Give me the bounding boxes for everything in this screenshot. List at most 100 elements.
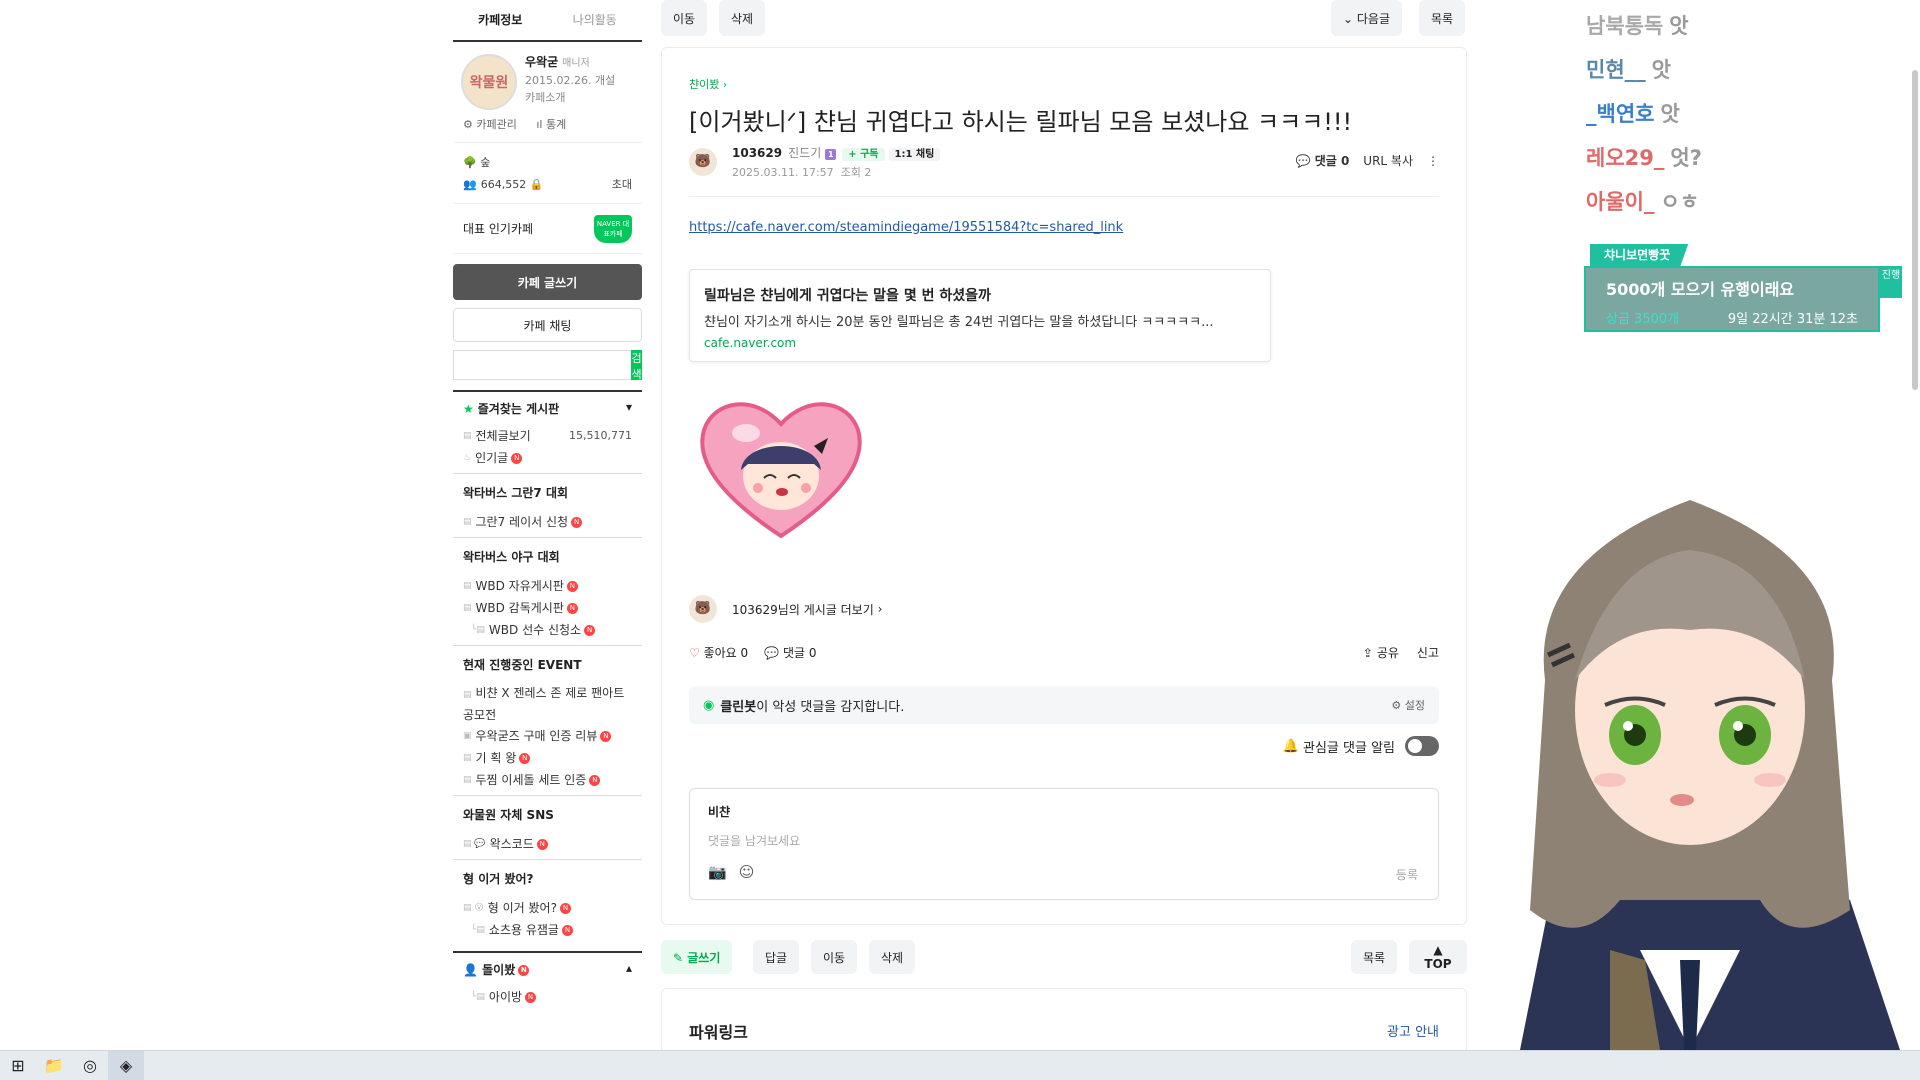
move-button[interactable]: 이동 bbox=[661, 0, 708, 36]
sidebar-tabs: 카페정보 나의활동 bbox=[453, 0, 642, 42]
windows-start-icon[interactable]: ⊞ bbox=[0, 1051, 36, 1080]
share-button[interactable]: ⇪ 공유 bbox=[1363, 644, 1399, 661]
doc-icon: ▤ bbox=[463, 753, 472, 763]
next-post-button[interactable]: ⌄ 다음글 bbox=[1331, 0, 1403, 36]
menu-all-posts[interactable]: ▤ 전체글보기 15,510,771 bbox=[453, 425, 642, 447]
event-prize: 상금 3500개 bbox=[1606, 312, 1680, 327]
menu-item[interactable]: ▤ 기 획 왕N bbox=[453, 747, 642, 769]
menu-item[interactable]: ▤ WBD 감독게시판 N bbox=[453, 597, 642, 619]
chevron-right-icon: › bbox=[877, 602, 883, 616]
chat-message: 남북통독 앗 bbox=[1586, 10, 1702, 40]
like-button[interactable]: ♡ 좋아요 0 bbox=[689, 644, 748, 661]
tab-cafe-info[interactable]: 카페정보 bbox=[453, 0, 548, 40]
board-link[interactable]: 챤이봤 › bbox=[689, 76, 727, 92]
top-button[interactable]: ▲ TOP bbox=[1409, 940, 1467, 974]
comment-icon: 💬 bbox=[764, 646, 780, 660]
author-row: 🐻 103629 진드기 1 + 구독 1:1 채팅 2025.03.11. 17:57… bbox=[689, 144, 1439, 184]
section-title: 형 이거 봤어? bbox=[453, 859, 642, 897]
cafe-write-button[interactable]: 카페 글쓰기 bbox=[453, 264, 642, 300]
cafe-search-button[interactable]: 검색 bbox=[631, 350, 642, 381]
menu-item[interactable]: └▤ 아이방 N bbox=[453, 986, 642, 1008]
delete-button[interactable]: 삭제 bbox=[719, 0, 766, 36]
reply-button[interactable]: 답글 bbox=[753, 940, 800, 974]
author-more-posts[interactable]: 🐻 103629님의 게시글 더보기 › bbox=[689, 595, 882, 623]
invite-link[interactable]: 초대 bbox=[612, 176, 632, 192]
author-avatar[interactable]: 🐻 bbox=[689, 148, 717, 176]
follow-button[interactable]: + 구독 bbox=[842, 148, 885, 161]
view-count: 조회 2 bbox=[840, 166, 872, 179]
camera-icon[interactable]: 📷 bbox=[708, 863, 727, 881]
doc-icon: └▤ bbox=[471, 625, 485, 635]
cafe-admin-link[interactable]: ⚙ 카페관리 bbox=[463, 118, 525, 131]
article-title: [이거봤니ᐟ] 챤님 귀엽다고 하시는 릴파님 모음 보셨나요 ㅋㅋㅋ!!! bbox=[689, 108, 1353, 136]
ad-info-link[interactable]: 광고 안내 bbox=[1387, 1021, 1439, 1040]
doc-icon: ▤ bbox=[463, 775, 472, 785]
report-button[interactable]: 신고 bbox=[1417, 644, 1439, 661]
steam-icon[interactable]: ◎ bbox=[72, 1051, 108, 1080]
menu-item[interactable]: └▤ WBD 선수 신청소 N bbox=[453, 619, 642, 641]
cafe-logo[interactable]: 왁물원 bbox=[461, 54, 517, 110]
cafe-search-input[interactable] bbox=[453, 350, 631, 380]
menu-item[interactable]: ▤ WBD 자유게시판 N bbox=[453, 575, 642, 597]
stream-event-widget: 챠니보면빵꿋 5000개 모으기 유행이래요 상금 3500개 9일 22시간 3… bbox=[1584, 244, 1902, 332]
comment-input[interactable]: 댓글을 남겨보세요 bbox=[708, 832, 1420, 849]
article-topbar: 이동 삭제 ⌄ 다음글 목록 bbox=[661, 0, 1467, 36]
menu-item[interactable]: ▤ 😮 형 이거 봤어? N bbox=[453, 897, 642, 919]
menu-item[interactable]: ▣ 우왁굳즈 구매 인증 리뷰 N bbox=[453, 725, 642, 747]
delete-button[interactable]: 삭제 bbox=[869, 940, 916, 974]
heart-icon: ♡ bbox=[689, 646, 700, 660]
doc-icon: └▤ bbox=[471, 925, 485, 935]
event-status: 진행 bbox=[1880, 266, 1902, 298]
file-explorer-icon[interactable]: 📁 bbox=[36, 1051, 72, 1080]
move-button[interactable]: 이동 bbox=[811, 940, 858, 974]
comment-button[interactable]: 💬 댓글 0 bbox=[764, 644, 816, 661]
comment-count-link[interactable]: 💬 댓글 0 bbox=[1282, 152, 1349, 169]
url-copy-button[interactable]: URL 복사 bbox=[1363, 152, 1413, 169]
menu-popular[interactable]: ♨ 인기글 N bbox=[453, 447, 642, 469]
link-preview-card[interactable]: 릴파님은 챤님에게 귀엽다는 말을 몇 번 하셨을까 챤님이 자기소개 하시는 … bbox=[689, 269, 1271, 362]
app-icon[interactable]: ◈ bbox=[108, 1050, 144, 1080]
section-header-collapsible[interactable]: 👤 돌이봤 N ▴ bbox=[453, 951, 642, 986]
chat-message: 아울이_ ㅇㅎ bbox=[1586, 186, 1702, 216]
post-link[interactable]: https://cafe.naver.com/steamindiegame/19… bbox=[689, 220, 1123, 235]
article-tools: 💬 댓글 0 URL 복사 ⋮ bbox=[1268, 152, 1439, 169]
menu-item[interactable]: └▤ 쇼츠용 유잼글 N bbox=[453, 919, 642, 941]
chat-button[interactable]: 1:1 채팅 bbox=[888, 148, 941, 161]
page-scrollbar[interactable] bbox=[1912, 70, 1918, 390]
tab-my-activity[interactable]: 나의활동 bbox=[548, 0, 643, 40]
cafe-intro-link[interactable]: 카페소개 bbox=[525, 89, 615, 106]
list-button[interactable]: 목록 bbox=[1419, 0, 1466, 36]
menu-item[interactable]: ▤ 두찜 이세돌 세트 인증 N bbox=[453, 769, 642, 791]
post-date: 2025.03.11. 17:57 bbox=[732, 166, 834, 179]
comment-editor[interactable]: 비챤 댓글을 남겨보세요 📷 ☺ 등록 bbox=[689, 788, 1439, 900]
list-button[interactable]: 목록 bbox=[1351, 940, 1398, 974]
write-button[interactable]: ✎ 글쓰기 bbox=[661, 940, 733, 974]
comment-submit-button[interactable]: 등록 bbox=[1396, 866, 1418, 883]
naver-badge[interactable]: NAVER 대표카페 bbox=[594, 214, 632, 243]
reaction-row: ♡ 좋아요 0 💬 댓글 0 ⇪ 공유 신고 bbox=[689, 644, 1439, 661]
lock-icon: 🔒 bbox=[529, 177, 544, 191]
favorites-header[interactable]: ★ 즐겨찾는 게시판 ▾ bbox=[453, 390, 642, 425]
alarm-toggle[interactable] bbox=[1405, 736, 1439, 756]
divider bbox=[689, 196, 1439, 197]
doc-icon: ▤ bbox=[463, 581, 472, 591]
more-icon[interactable]: ⋮ bbox=[1427, 154, 1439, 168]
new-badge: N bbox=[559, 902, 571, 914]
cafe-chat-button[interactable]: 카페 채팅 bbox=[453, 308, 642, 342]
manager-name[interactable]: 우왁굳 bbox=[525, 55, 558, 69]
chevron-right-icon: › bbox=[722, 78, 728, 91]
menu-item[interactable]: ▤ 그란7 레이서 신청 N bbox=[453, 511, 642, 533]
author-rank: 진드기 bbox=[788, 146, 822, 160]
powerlink-title: 파워링크 bbox=[689, 1023, 748, 1042]
author-name[interactable]: 103629 bbox=[732, 146, 782, 160]
emoji-icon[interactable]: ☺ bbox=[739, 863, 755, 881]
cafe-search: 검색 bbox=[453, 350, 642, 381]
cleanbot-setting-button[interactable]: ⚙ 설정 bbox=[1391, 697, 1425, 713]
chat-text: 앗 bbox=[1660, 102, 1680, 126]
menu-item[interactable]: ▤ 비챤 X 젠레스 존 제로 팬아트 공모전 bbox=[453, 683, 642, 725]
cafe-stats-link[interactable]: ıl 통계 bbox=[536, 118, 574, 131]
doc-icon: ▤ 😮 bbox=[463, 903, 484, 913]
menu-item[interactable]: ▤ 💬 왁스코드 N bbox=[453, 833, 642, 855]
preview-description: 챤님이 자기소개 하시는 20분 동안 릴파님은 총 24번 귀엽다는 말을 하… bbox=[704, 315, 1214, 330]
preview-title: 릴파님은 챤님에게 귀엽다는 말을 몇 번 하셨을까 bbox=[704, 288, 991, 304]
